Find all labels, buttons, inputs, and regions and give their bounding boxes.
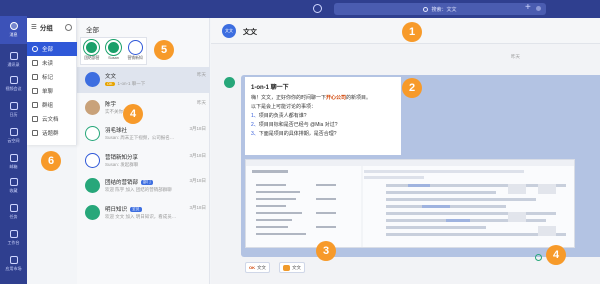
star-icon [9, 178, 18, 186]
message-list-item: 3、下面是项目的具体排期，是否合理? [251, 131, 337, 137]
workbench-icon [9, 230, 18, 238]
chat-panel: 文文 文文 昨天 1-on-1 聊一下 嗨！文文，正好你你的时间聊一下开心公司的… [211, 18, 600, 284]
quick-item-susan[interactable]: Susan [105, 40, 121, 60]
search-bar[interactable]: 搜索：文文 [334, 3, 546, 15]
conversation-row[interactable]: 陈宇 实不关你事情 … 昨天 [77, 95, 210, 121]
apps-icon [9, 256, 18, 264]
plus-icon[interactable]: + [525, 2, 531, 14]
search-icon [423, 6, 429, 12]
video-icon [9, 76, 18, 84]
quick-item-team[interactable]: 团结部营 [84, 40, 99, 61]
user-icon [32, 88, 38, 94]
reaction-chip[interactable]: 文文 [279, 262, 305, 273]
message-title: 1-on-1 聊一下 [251, 85, 289, 91]
message-line: 以下是会上可能讨论的事项： [251, 104, 317, 110]
callout-badge: 3 [316, 241, 336, 261]
menu-item-single[interactable]: 单聊 [27, 84, 77, 98]
menu-icon: ☰ [31, 24, 37, 31]
message-list-item: 1、项目的负责人都有谁? [251, 113, 307, 119]
clap-emoji-icon [283, 264, 290, 271]
group-avatar [85, 178, 100, 193]
dept-badge: 部门 [141, 180, 153, 186]
conversation-row[interactable]: 羽毛球社 Susan: 周末正下视频，公司报名… 3月18日 [77, 121, 210, 147]
ok-badge: OK [105, 81, 115, 86]
rail-item-calendar[interactable]: 日历 [0, 96, 27, 124]
flag-icon [32, 74, 38, 80]
topic-icon [32, 130, 38, 136]
gantt-preview-image [246, 160, 574, 247]
mail-icon [9, 154, 18, 162]
list-title: 全部 [86, 27, 99, 34]
group-icon [32, 102, 38, 108]
read-receipt-icon [535, 254, 542, 261]
group-avatar [127, 40, 143, 55]
conversation-row[interactable]: 明日知识 全员 欢迎 文文 加入 明日知识，看成员… 3月18日 [77, 200, 210, 226]
menu-item-docs[interactable]: 云文档 [27, 112, 77, 126]
callout-badge: 1 [402, 22, 422, 42]
chat-icon [9, 22, 18, 30]
gear-icon[interactable] [65, 24, 72, 31]
rail-item-appstore[interactable]: 应用市场 [0, 250, 27, 278]
cloud-icon [9, 128, 18, 136]
rail-item-tasks[interactable]: 任务 [0, 198, 27, 226]
menu-item-groups[interactable]: 群组 [27, 98, 77, 112]
menu-item-topics[interactable]: 话题群 [27, 126, 77, 140]
group-avatar [84, 40, 100, 55]
search-text: 搜索：文文 [431, 6, 457, 13]
callout-badge: 5 [154, 40, 174, 60]
rail-item-messages[interactable]: 消息 [0, 16, 27, 44]
callout-badge: 4 [123, 104, 143, 124]
callout-badge: 2 [402, 78, 422, 98]
menu-item-unread[interactable]: 未读 [27, 56, 77, 70]
left-nav-rail: 消息 通讯录 视频会议 日历 云空间 邮箱 收藏 任务 工作台 应用市场 [0, 0, 27, 284]
date-divider: 昨天 [511, 54, 520, 59]
message-line: 嗨！文文，正好你你的时间聊一下开心公司的新项目。 [251, 95, 372, 101]
doc-icon [32, 116, 38, 122]
quick-item-marketing[interactable]: 营销新知 [128, 40, 143, 61]
rail-item-favorites[interactable]: 收藏 [0, 172, 27, 200]
avatar[interactable]: 文文 [222, 24, 236, 38]
top-bar: 搜索：文文 + [27, 0, 600, 18]
message-list-item: 2、项目目标和是否已经与 @Mia 对过? [251, 122, 338, 128]
ok-emoji: OK [249, 265, 255, 270]
reaction-chip[interactable]: OK 文文 [245, 262, 270, 273]
group-filter-menu: ☰ 分组 全部 未读 标记 单聊 群组 云文档 话题群 [27, 18, 77, 145]
contacts-icon [9, 52, 18, 60]
clear-icon[interactable] [536, 6, 541, 11]
task-icon [9, 204, 18, 212]
avatar [85, 100, 100, 115]
user-avatar [105, 40, 121, 55]
rail-item-video[interactable]: 视频会议 [0, 70, 27, 98]
rail-item-workbench[interactable]: 工作台 [0, 224, 27, 252]
unread-icon [32, 60, 38, 66]
menu-item-all[interactable]: 全部 [27, 42, 77, 56]
callout-badge: 4 [546, 245, 566, 265]
all-icon [32, 46, 38, 52]
group-avatar [85, 153, 100, 168]
avatar [85, 72, 100, 87]
callout-badge: 6 [41, 151, 61, 171]
sender-avatar[interactable] [224, 77, 235, 88]
conversation-row[interactable]: 营销新知分享 Susan: 发起群聊 3月18日 [77, 148, 210, 174]
conversation-row[interactable]: 文文 OK 1-on-1 聊一下 昨天 [77, 67, 210, 93]
group-avatar [85, 205, 100, 220]
history-icon[interactable] [313, 4, 322, 13]
message-text-card: 1-on-1 聊一下 嗨！文文，正好你你的时间聊一下开心公司的新项目。 以下是会… [245, 77, 401, 155]
rail-item-cloud[interactable]: 云空间 [0, 122, 27, 150]
all-staff-badge: 全员 [130, 207, 142, 213]
gantt-sheet-image[interactable] [245, 159, 575, 248]
conversation-row[interactable]: 团结的营销部 部门 欢迎 陈宇 加入 团结的营销部群聊 3月18日 [77, 173, 210, 199]
chat-title: 文文 [243, 29, 257, 36]
group-avatar [85, 126, 100, 141]
menu-item-flagged[interactable]: 标记 [27, 70, 77, 84]
menu-title: ☰ 分组 [31, 24, 53, 32]
calendar-icon [9, 102, 18, 110]
quick-access-panel: 团结部营 Susan 营销新知 [80, 37, 147, 65]
